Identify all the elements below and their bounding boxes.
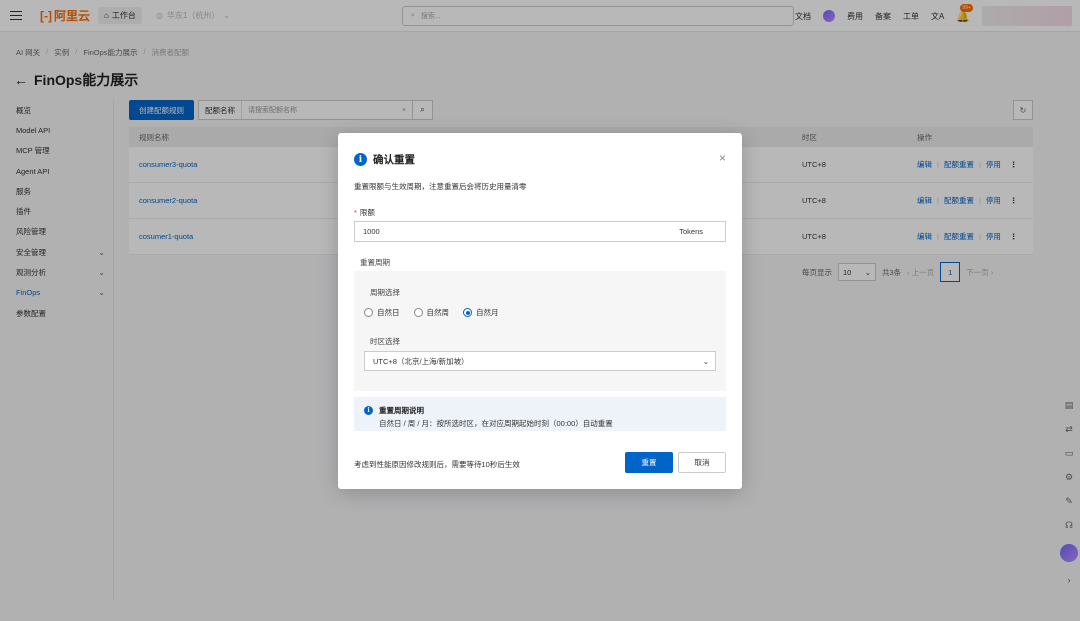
radio-natural-month[interactable]: 自然月: [463, 307, 499, 318]
radio-indicator: [413, 308, 423, 317]
timezone-label: 时区选择: [370, 337, 400, 346]
dialog-title: i 确认重置: [354, 152, 415, 167]
info-icon: i: [354, 153, 367, 166]
radio-indicator: [364, 308, 373, 317]
dialog-description: 重置限额与生效周期，注意重置后会将历史用量清零: [354, 182, 527, 191]
quota-label: * 限额: [354, 208, 375, 217]
cycle-label: 周期选择: [370, 288, 400, 297]
radio-natural-week[interactable]: 自然周: [413, 307, 449, 318]
reset-cycle-panel: 周期选择 自然日 自然周 自然月 时区选择 UTC+8（北京/上海/新加坡） ⌄: [354, 271, 726, 391]
reset-cycle-section-title: 重置周期: [360, 258, 390, 267]
timezone-select[interactable]: UTC+8（北京/上海/新加坡） ⌄: [364, 351, 716, 371]
reset-cycle-notice: i 重置周期说明 自然日 / 周 / 月：按所选时区，在对应周期起始时刻（00:…: [354, 397, 726, 431]
radio-natural-day[interactable]: 自然日: [364, 307, 400, 318]
quota-unit: Tokens: [679, 227, 703, 236]
footer-note: 考虑到性能原因修改规则后，需要等待10秒后生效: [354, 460, 520, 469]
info-icon: i: [364, 406, 373, 415]
reset-confirm-dialog: i 确认重置 × 重置限额与生效周期，注意重置后会将历史用量清零 * 限额 100…: [338, 133, 742, 489]
quota-input[interactable]: 1000 Tokens: [354, 221, 726, 242]
close-icon[interactable]: ×: [719, 151, 726, 165]
reset-button[interactable]: 重置: [625, 452, 673, 473]
cancel-button[interactable]: 取消: [678, 452, 726, 473]
radio-indicator-selected: [463, 308, 472, 317]
chevron-down-icon: ⌄: [702, 356, 709, 366]
cycle-radio-group: 自然日 自然周 自然月: [364, 307, 499, 318]
